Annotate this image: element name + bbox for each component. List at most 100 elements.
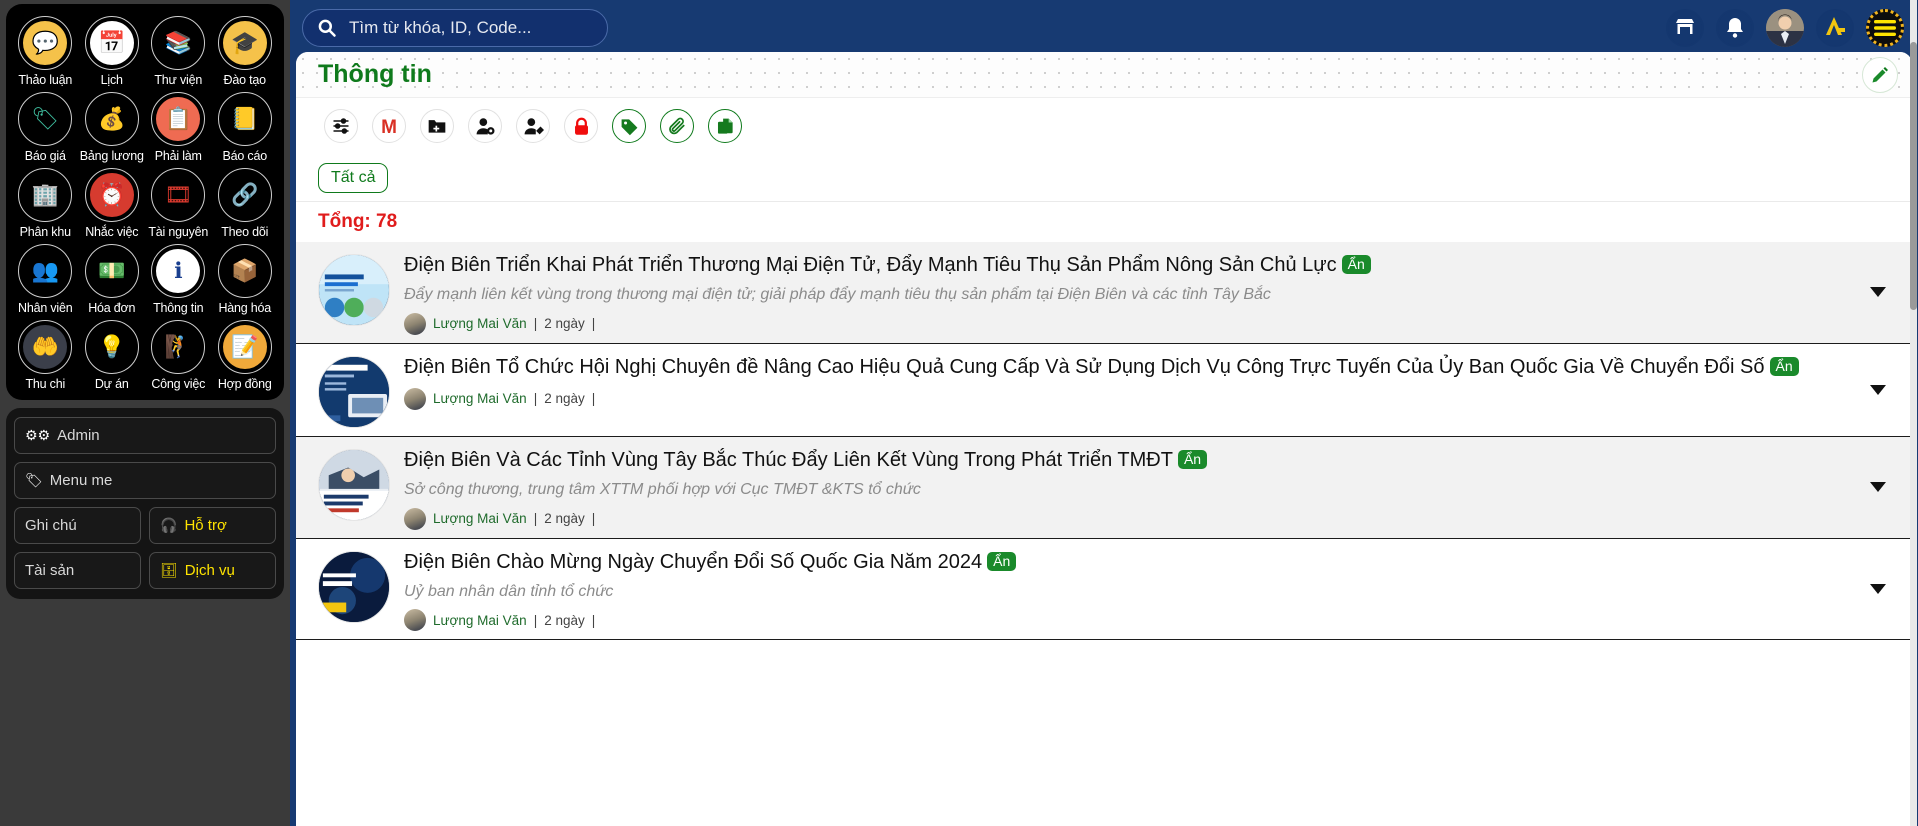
hamburger-menu-icon[interactable] <box>1866 9 1904 47</box>
list-item[interactable]: Điện Biên Tổ Chức Hội Nghị Chuyên đề Nân… <box>296 344 1912 437</box>
menu-row-note-support: Ghi chú 🎧 Hỗ trợ <box>14 507 276 544</box>
search-input[interactable] <box>347 17 593 39</box>
store-icon[interactable] <box>1666 9 1704 47</box>
filter-chip-all[interactable]: Tất cả <box>318 163 388 193</box>
pencil-icon[interactable] <box>1862 57 1898 93</box>
author-avatar <box>404 388 426 410</box>
copy-icon[interactable] <box>708 109 742 143</box>
app-tile-contract[interactable]: 📝Hợp đồng <box>212 318 279 392</box>
goods-icon-glyph: 📦 <box>223 249 267 293</box>
list-item-meta: Lượng Mai Văn|2 ngày| <box>404 313 1846 335</box>
chevron-down-icon[interactable] <box>1870 584 1886 594</box>
cash-flow-icon: 🤲 <box>18 320 72 374</box>
app-tile-media[interactable]: 🎞Tài nguyên <box>145 166 212 240</box>
report-icon: 📒 <box>218 92 272 146</box>
list-item-subtitle: Sở công thương, trung tâm XTTM phối hợp … <box>404 480 1846 501</box>
chevron-down-icon[interactable] <box>1870 482 1886 492</box>
list-item-subtitle: Đẩy mạnh liên kết vùng trong thương mại … <box>404 285 1846 306</box>
app-tile-alarm-clock[interactable]: ⏰Nhắc việc <box>79 166 146 240</box>
brand-logo-a-connect[interactable] <box>1816 9 1854 47</box>
app-root: 💬Thảo luận📅Lịch📚Thư viện🎓Đào tạo 🏷Báo giá… <box>0 0 1918 826</box>
list-item-title[interactable]: Điện Biên Chào Mừng Ngày Chuyển Đổi Số Q… <box>404 551 982 573</box>
list-item-body: Điện Biên Triển Khai Phát Triển Thương M… <box>404 252 1890 335</box>
graduation-icon-glyph: 🎓 <box>223 21 267 65</box>
page-scrollbar-thumb[interactable] <box>1910 42 1917 310</box>
tag-icon[interactable] <box>612 109 646 143</box>
search-box[interactable] <box>302 9 608 47</box>
app-tile-cash-flow[interactable]: 🤲Thu chi <box>12 318 79 392</box>
app-tile-tracking[interactable]: 🔗Theo dõi <box>212 166 279 240</box>
list-item-thumbnail <box>318 356 390 428</box>
user-settings-icon[interactable] <box>468 109 502 143</box>
app-tile-label: Hóa đơn <box>88 301 135 315</box>
buildings-icon-glyph: 🏢 <box>23 173 67 217</box>
sidebar-item-assets[interactable]: Tài sản <box>14 552 141 589</box>
list-item-title-wrap: Điện Biên Chào Mừng Ngày Chuyển Đổi Số Q… <box>404 549 1846 576</box>
app-tile-calendar[interactable]: 📅Lịch <box>79 14 146 88</box>
gears-icon: ⚙⚙ <box>25 427 50 444</box>
app-tile-people[interactable]: 👥Nhân viên <box>12 242 79 316</box>
chevron-down-icon[interactable] <box>1870 287 1886 297</box>
work-push-icon: 🧗 <box>151 320 205 374</box>
app-tile-work-push[interactable]: 🧗 Công việc <box>145 318 212 392</box>
meta-separator-1: | <box>534 316 538 331</box>
filter-sliders-icon[interactable] <box>324 109 358 143</box>
goods-icon: 📦 <box>218 244 272 298</box>
app-tile-chat-bubble[interactable]: 💬Thảo luận <box>12 14 79 88</box>
content-card: Thông tin <box>296 52 1912 826</box>
status-badge: Ẩn <box>1178 450 1207 469</box>
sidebar-item-admin[interactable]: ⚙⚙ Admin <box>14 417 276 454</box>
sidebar-item-label-note: Ghi chú <box>25 517 77 534</box>
sidebar-item-note[interactable]: Ghi chú <box>14 507 141 544</box>
app-tile-invoice-scissors[interactable]: 💵 Hóa đơn <box>79 242 146 316</box>
app-tile-label: Thảo luận <box>18 73 72 87</box>
svg-text:M: M <box>381 117 397 136</box>
list-item-title-wrap: Điện Biên Triển Khai Phát Triển Thương M… <box>404 252 1846 279</box>
time-ago: 2 ngày <box>544 511 585 526</box>
status-badge: Ẩn <box>1770 357 1799 376</box>
app-tile-goods[interactable]: 📦Hàng hóa <box>212 242 279 316</box>
calendar-icon-glyph: 📅 <box>90 21 134 65</box>
top-bar <box>296 4 1912 52</box>
app-tile-label: Công việc <box>151 377 205 391</box>
app-tile-buildings[interactable]: 🏢Phân khu <box>12 166 79 240</box>
app-tile-lightbulb-gear[interactable]: 💡Dự án <box>79 318 146 392</box>
list-item-title[interactable]: Điện Biên Và Các Tỉnh Vùng Tây Bắc Thúc … <box>404 449 1173 471</box>
meta-separator-2: | <box>592 511 596 526</box>
list-item[interactable]: Điện Biên Triển Khai Phát Triển Thương M… <box>296 242 1912 344</box>
app-tile-graduation[interactable]: 🎓Đào tạo <box>212 14 279 88</box>
tracking-icon: 🔗 <box>218 168 272 222</box>
user-tag-icon[interactable] <box>516 109 550 143</box>
info-bubble-icon-glyph: ℹ <box>156 249 200 293</box>
bell-icon[interactable] <box>1716 9 1754 47</box>
time-ago: 2 ngày <box>544 316 585 331</box>
top-bar-icons <box>1666 9 1908 47</box>
sidebar-item-services[interactable]: 🗄 Dịch vụ <box>149 552 276 589</box>
list-item-title[interactable]: Điện Biên Tổ Chức Hội Nghị Chuyên đề Nân… <box>404 356 1765 378</box>
author-avatar <box>404 313 426 335</box>
app-tile-books[interactable]: 📚Thư viện <box>145 14 212 88</box>
media-icon: 🎞 <box>151 168 205 222</box>
app-tile-report[interactable]: 📒 Báo cáo <box>212 90 279 164</box>
app-tile-clipboard-check[interactable]: 📋Phải làm <box>145 90 212 164</box>
list-item-thumbnail <box>318 254 390 326</box>
headset-icon: 🎧 <box>160 517 177 534</box>
gmail-m-icon[interactable]: M <box>372 109 406 143</box>
app-tile-money-bag[interactable]: 💰Bảng lương <box>79 90 146 164</box>
user-avatar[interactable] <box>1766 9 1804 47</box>
app-tile-price-tag[interactable]: 🏷Báo giá <box>12 90 79 164</box>
price-tag-icon: 🏷 <box>18 92 72 146</box>
list-item[interactable]: Điện Biên Và Các Tỉnh Vùng Tây Bắc Thúc … <box>296 437 1912 539</box>
list-item[interactable]: Điện Biên Chào Mừng Ngày Chuyển Đổi Số Q… <box>296 539 1912 641</box>
invoice-scissors-icon-glyph: 💵 <box>90 249 134 293</box>
sidebar-item-support[interactable]: 🎧 Hỗ trợ <box>149 507 276 544</box>
app-tile-label: Báo cáo <box>223 149 267 163</box>
lock-icon[interactable] <box>564 109 598 143</box>
app-tile-info-bubble[interactable]: ℹThông tin <box>145 242 212 316</box>
folder-add-icon[interactable] <box>420 109 454 143</box>
people-icon: 👥 <box>18 244 72 298</box>
paperclip-icon[interactable] <box>660 109 694 143</box>
chevron-down-icon[interactable] <box>1870 385 1886 395</box>
list-item-title[interactable]: Điện Biên Triển Khai Phát Triển Thương M… <box>404 254 1337 276</box>
sidebar-item-menu-me[interactable]: 🏷 Menu me <box>14 462 276 499</box>
